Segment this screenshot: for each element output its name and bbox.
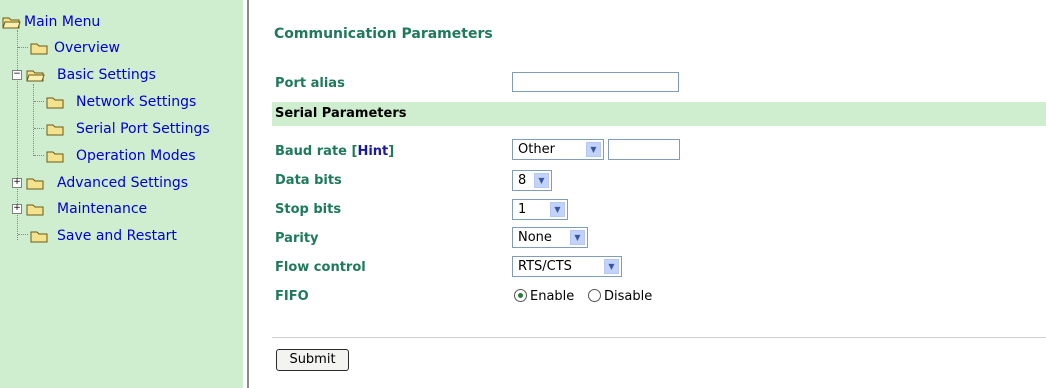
expand-icon[interactable]: +	[12, 178, 22, 188]
chevron-down-icon: ▼	[570, 230, 585, 245]
folder-open-icon	[26, 70, 45, 82]
baud-rate-select[interactable]: Other ▼	[512, 139, 604, 160]
data-bits-label: Data bits	[275, 173, 342, 188]
baud-rate-text: Baud rate	[275, 144, 347, 159]
sidebar-label: Basic Settings	[57, 67, 156, 83]
flow-control-label: Flow control	[275, 260, 366, 275]
folder-icon	[30, 231, 48, 243]
main-content: Communication Parameters Port alias Seri…	[250, 0, 1046, 388]
radio-unchecked-icon	[588, 289, 601, 302]
sidebar-item-operation-modes[interactable]: Operation Modes	[0, 145, 240, 167]
sidebar-label: Advanced Settings	[57, 175, 189, 191]
fifo-label: FIFO	[275, 289, 309, 304]
data-bits-select[interactable]: 8 ▼	[512, 170, 552, 191]
stop-bits-value: 1	[518, 202, 527, 217]
sidebar-item-overview[interactable]: Overview	[0, 37, 200, 59]
fifo-disable-label: Disable	[604, 289, 653, 304]
folder-icon	[30, 43, 48, 55]
baud-rate-label: Baud rate [Hint]	[275, 144, 394, 159]
baud-rate-hint-link[interactable]: Hint	[357, 144, 388, 159]
collapse-icon[interactable]: −	[12, 70, 22, 80]
fifo-enable-label: Enable	[530, 289, 575, 304]
baud-rate-custom-input[interactable]	[608, 139, 680, 160]
sidebar-label: Operation Modes	[76, 148, 196, 164]
submit-button[interactable]: Submit	[276, 349, 349, 371]
sidebar-divider	[247, 0, 249, 388]
folder-open-icon	[2, 17, 21, 29]
folder-icon	[26, 204, 44, 216]
port-alias-label: Port alias	[275, 76, 345, 91]
chevron-down-icon: ▼	[604, 259, 619, 274]
sidebar-item-serial-port-settings[interactable]: Serial Port Settings	[0, 118, 240, 140]
sidebar-item-save-and-restart[interactable]: Save and Restart	[0, 225, 220, 247]
sidebar-tree: Main Menu Overview − Basic Settings Netw…	[0, 0, 243, 388]
sidebar-label: Overview	[54, 40, 120, 56]
hint-close-bracket: ]	[388, 144, 395, 159]
divider	[272, 337, 1046, 338]
parity-select[interactable]: None ▼	[512, 227, 588, 248]
fifo-enable-radio[interactable]: Enable	[514, 289, 574, 304]
radio-checked-icon	[514, 289, 527, 302]
baud-rate-value: Other	[518, 142, 555, 157]
serial-parameters-header: Serial Parameters	[272, 102, 1046, 126]
sidebar-label: Save and Restart	[57, 228, 177, 244]
sidebar-item-advanced-settings[interactable]: + Advanced Settings	[0, 172, 220, 194]
sidebar-item-network-settings[interactable]: Network Settings	[0, 91, 240, 113]
data-bits-value: 8	[518, 173, 527, 188]
sidebar-label: Network Settings	[76, 94, 197, 110]
flow-control-select[interactable]: RTS/CTS ▼	[512, 256, 622, 277]
stop-bits-label: Stop bits	[275, 202, 342, 217]
sidebar-label: Maintenance	[57, 201, 148, 217]
parity-label: Parity	[275, 231, 319, 246]
flow-control-value: RTS/CTS	[518, 259, 572, 274]
sidebar-item-maintenance[interactable]: + Maintenance	[0, 198, 220, 220]
folder-icon	[46, 151, 64, 163]
sidebar-label: Main Menu	[24, 14, 101, 30]
expand-icon[interactable]: +	[12, 204, 22, 214]
sidebar-item-main-menu[interactable]: Main Menu	[0, 11, 200, 33]
folder-icon	[46, 124, 64, 136]
chevron-down-icon: ▼	[534, 173, 549, 188]
sidebar-label: Serial Port Settings	[76, 121, 210, 137]
folder-icon	[46, 97, 64, 109]
chevron-down-icon: ▼	[586, 142, 601, 157]
stop-bits-select[interactable]: 1 ▼	[512, 199, 568, 220]
fifo-disable-radio[interactable]: Disable	[588, 289, 652, 304]
folder-icon	[26, 178, 44, 190]
port-alias-input[interactable]	[512, 72, 679, 92]
parity-value: None	[518, 230, 552, 245]
sidebar-item-basic-settings[interactable]: − Basic Settings	[0, 64, 200, 86]
section-title: Serial Parameters	[275, 106, 407, 121]
chevron-down-icon: ▼	[550, 202, 565, 217]
page-title: Communication Parameters	[274, 26, 493, 42]
